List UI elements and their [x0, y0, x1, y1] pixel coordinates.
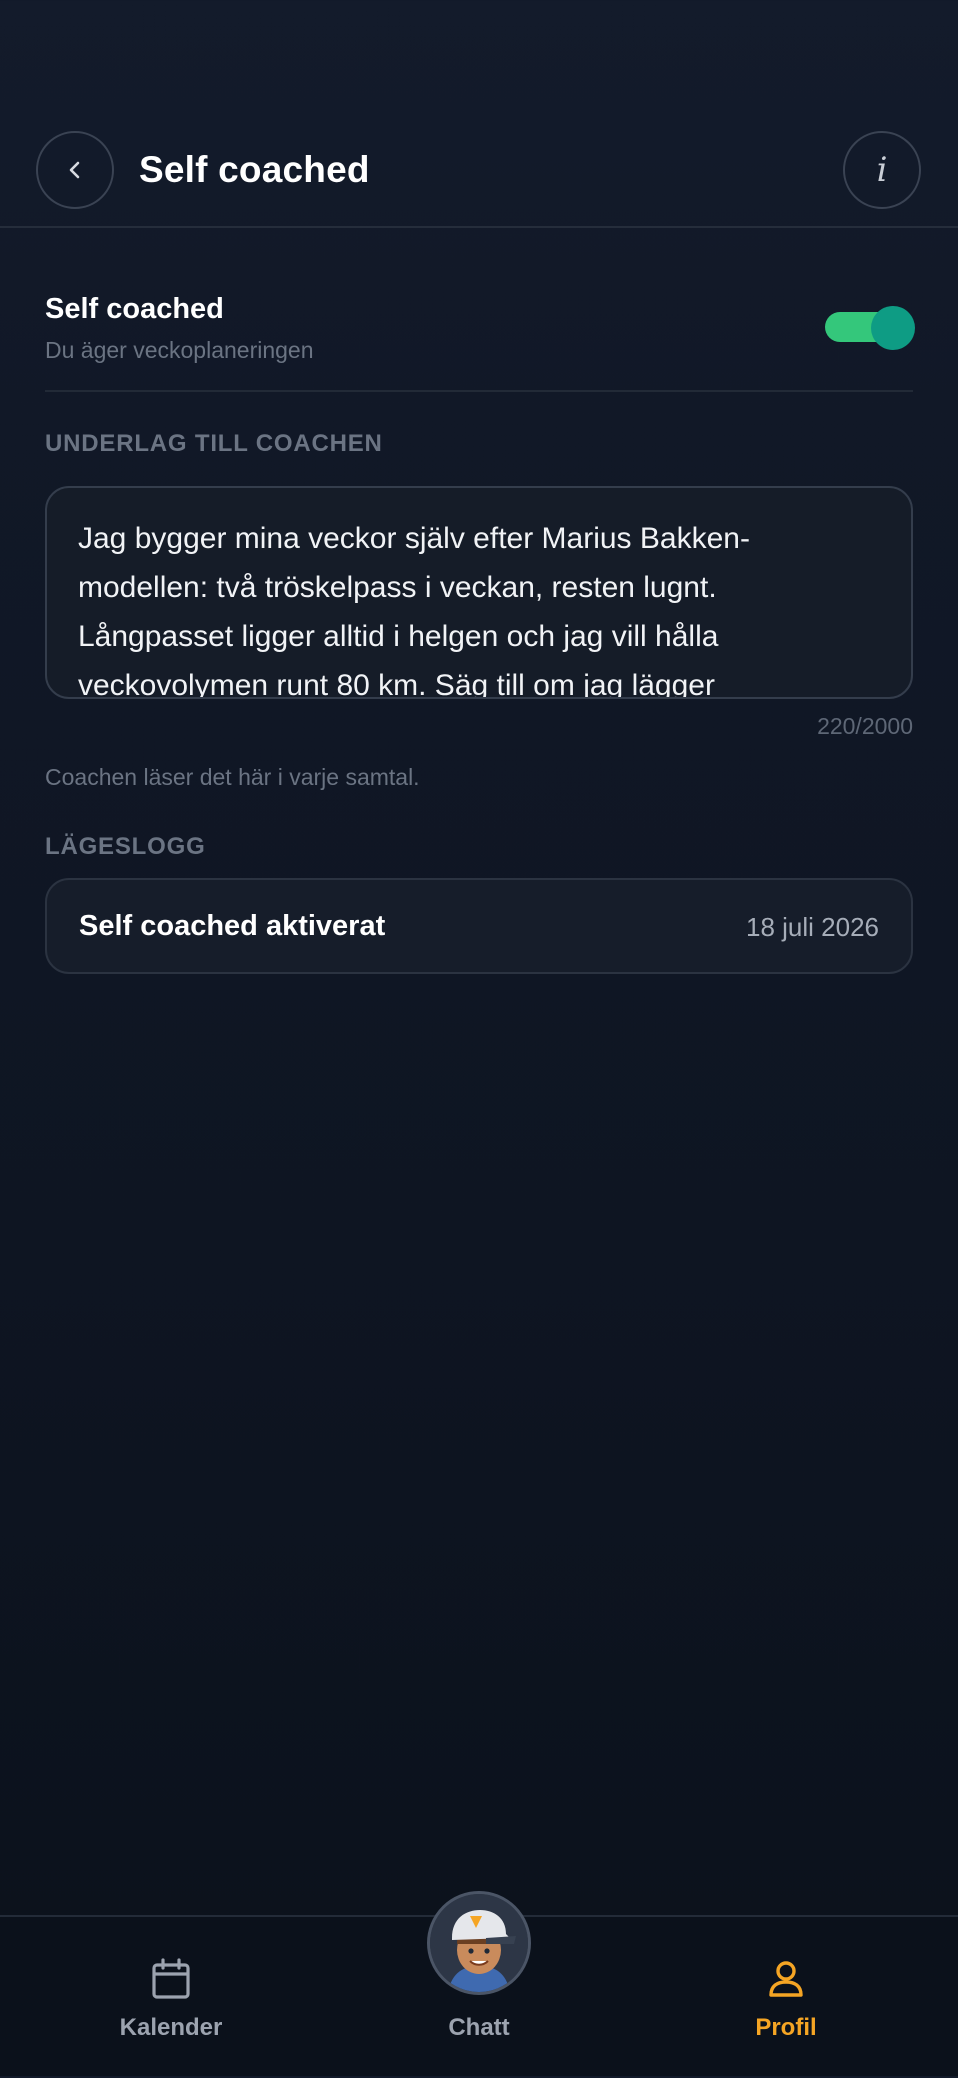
info-icon: i [876, 150, 888, 190]
calendar-icon [152, 1958, 190, 1999]
person-icon [769, 1961, 803, 1997]
coach-notes-text: Jag bygger mina veckor själv efter Mariu… [78, 522, 750, 699]
log-item-date: 18 juli 2026 [746, 912, 879, 942]
coach-avatar-illustration [430, 1894, 528, 1992]
page-title: Self coached [139, 149, 370, 190]
notes-helper-text: Coachen läser det här i varje samtal. [45, 764, 420, 790]
toggle-knob [871, 306, 915, 350]
tab-label-kalender: Kalender [119, 2014, 223, 2041]
tab-label-profil: Profil [755, 2014, 817, 2041]
tab-label-chatt: Chatt [448, 2014, 510, 2041]
coach-avatar [427, 1891, 531, 1995]
self-coached-setting: Self coached Du äger veckoplaneringen [45, 282, 915, 392]
chevron-left-icon [69, 161, 80, 179]
back-button[interactable] [36, 131, 114, 209]
setting-title: Self coached [45, 293, 224, 325]
notes-section-label: UNDERLAG TILL COACHEN [45, 430, 383, 457]
info-button[interactable]: i [843, 131, 921, 209]
bottom-tab-bar: Kalender Chatt Profil [0, 1891, 958, 2078]
top-app-bar: Self coached i [0, 0, 958, 228]
tab-profil[interactable]: Profil [686, 1917, 886, 2078]
log-item-title: Self coached aktiverat [79, 910, 386, 942]
coach-notes-textarea[interactable]: Jag bygger mina veckor själv efter Mariu… [45, 486, 913, 699]
tab-kalender[interactable]: Kalender [71, 1917, 271, 2078]
tab-chatt[interactable]: Chatt [379, 1891, 579, 2078]
log-item: Self coached aktiverat 18 juli 2026 [45, 878, 913, 974]
setting-subtitle: Du äger veckoplaneringen [45, 337, 314, 363]
log-section-label: LÄGESLOGG [45, 833, 206, 860]
self-coached-toggle[interactable] [825, 306, 915, 350]
character-counter: 220/2000 [817, 713, 913, 739]
